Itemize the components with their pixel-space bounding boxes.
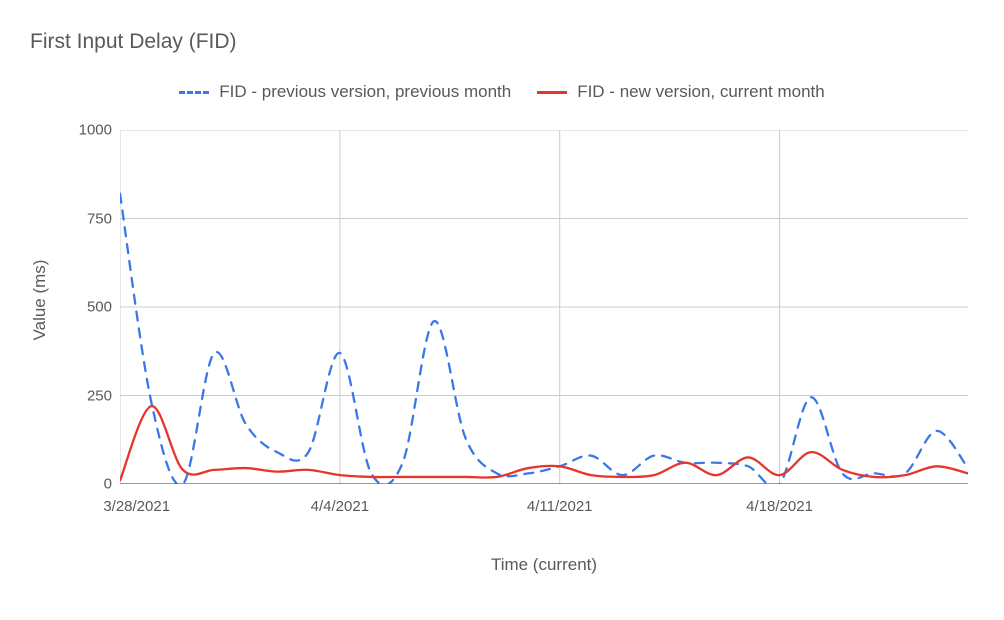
x-axis-label: Time (current) (120, 555, 968, 575)
x-tick-label: 4/18/2021 (746, 498, 813, 515)
legend-item-previous: FID - previous version, previous month (179, 82, 511, 102)
x-tick-label: 4/4/2021 (311, 498, 369, 515)
y-tick-label: 250 (62, 387, 112, 404)
legend-label-previous: FID - previous version, previous month (219, 82, 511, 102)
plot-area (120, 130, 968, 484)
chart-container: First Input Delay (FID) FID - previous v… (0, 0, 1004, 620)
legend-swatch-new (537, 91, 567, 94)
y-axis-label: Value (ms) (30, 260, 50, 341)
legend-label-new: FID - new version, current month (577, 82, 825, 102)
y-tick-label: 750 (62, 210, 112, 227)
x-tick-label: 3/28/2021 (103, 498, 170, 515)
line-new (120, 406, 968, 480)
legend: FID - previous version, previous month F… (0, 82, 1004, 102)
chart-title: First Input Delay (FID) (30, 30, 237, 54)
line-previous (120, 194, 968, 484)
chart-svg (120, 130, 968, 484)
legend-swatch-previous (179, 91, 209, 94)
y-tick-label: 500 (62, 299, 112, 316)
y-tick-label: 1000 (62, 122, 112, 139)
y-tick-label: 0 (62, 476, 112, 493)
x-tick-label: 4/11/2021 (527, 498, 593, 515)
legend-item-new: FID - new version, current month (537, 82, 825, 102)
